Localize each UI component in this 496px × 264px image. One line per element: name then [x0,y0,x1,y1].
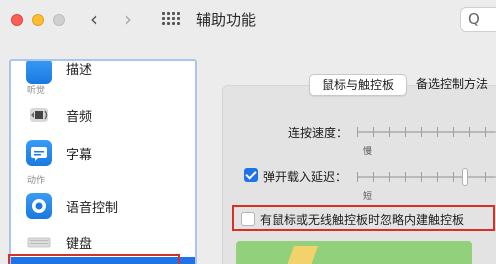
show-all-grid-icon[interactable] [162,12,180,27]
spring-loading-slider-knob[interactable] [462,168,468,186]
highlight-box-sidebar [8,254,180,264]
double-click-speed-label: 连按速度： [288,126,349,140]
voice-control-icon [26,193,52,219]
sidebar: 描述 听觉 音频 字幕 动作 语音控制 键盘 [9,59,197,264]
description-icon [26,61,52,84]
sidebar-item-label: 键盘 [66,237,93,252]
zoom-window-button[interactable] [53,14,65,26]
search-icon: Q [468,10,480,28]
captions-icon [26,140,52,166]
preview-image [236,241,472,264]
speaker-icon [26,102,52,128]
tab-mouse-trackpad[interactable]: 鼠标与触控板 [309,74,407,96]
sidebar-item-voice-control[interactable]: 语音控制 [11,188,195,226]
minimize-window-button[interactable] [32,14,44,26]
sidebar-item-label: 描述 [66,63,93,78]
sidebar-item-label: 音频 [66,110,93,125]
close-window-button[interactable] [11,14,23,26]
forward-arrow-icon[interactable]: › [124,8,132,30]
spring-loading-checkbox[interactable] [244,168,258,182]
spring-loading-slider[interactable] [357,172,496,182]
back-arrow-icon[interactable]: ‹ [90,8,98,30]
section-label-motor: 动作 [27,176,46,186]
keyboard-icon [26,229,52,255]
search-field[interactable]: Q [460,7,496,32]
highlight-box-option [232,205,495,231]
section-label-hearing: 听觉 [27,86,46,96]
title-bar: ‹ › 辅助功能 Q [0,0,496,40]
slow-label: 慢 [363,147,373,157]
sidebar-item-label: 字幕 [66,148,93,163]
window-title: 辅助功能 [196,11,257,29]
sidebar-item-audio[interactable]: 音频 [11,97,195,135]
spring-loading-label: 弹开载入延迟： [263,170,348,184]
sidebar-item-label: 语音控制 [66,201,119,216]
tab-alternate-control[interactable]: 备选控制方法 [410,74,496,96]
sidebar-item-captions[interactable]: 字幕 [11,135,195,173]
short-label: 短 [363,192,373,202]
double-click-speed-slider[interactable] [357,127,496,137]
